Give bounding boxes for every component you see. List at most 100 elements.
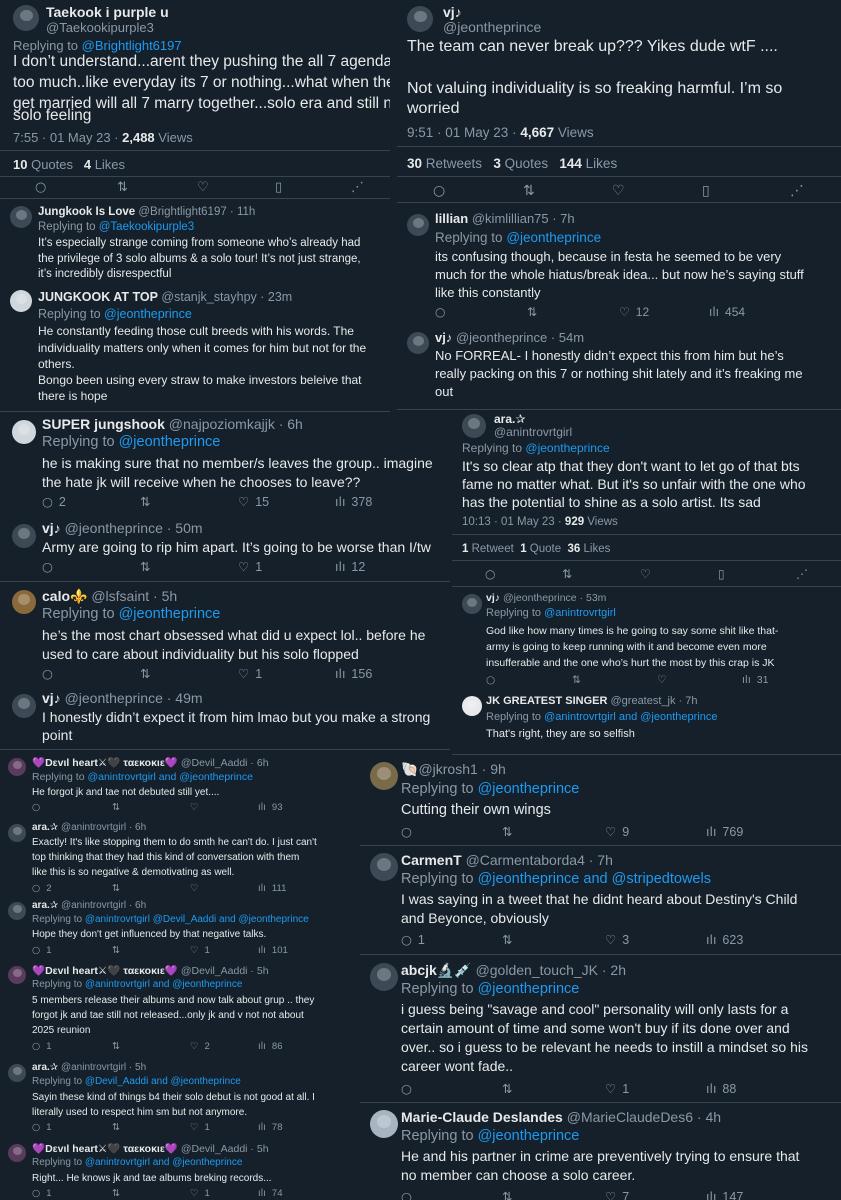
display-name[interactable]: ara.✰ <box>32 1062 58 1073</box>
user-handle[interactable]: @jkrosh1 · 9h <box>418 761 505 777</box>
display-name[interactable]: abcjk🔬💉 <box>401 962 472 978</box>
display-name[interactable]: 💜Dεvιl heart⚔🖤 ταεκοκιε💜 <box>32 1143 178 1155</box>
display-name[interactable]: calo⚜️ <box>42 588 87 604</box>
like-button[interactable]: ♡ 15 <box>238 494 269 509</box>
like-icon[interactable]: ♡ <box>640 567 651 581</box>
replying-to-link[interactable]: @anintrovrtgirl <box>544 607 616 619</box>
views-button[interactable]: ılı 156 <box>335 666 372 681</box>
reply-icon[interactable]: ○ <box>401 1081 412 1096</box>
avatar[interactable] <box>8 902 26 920</box>
like-icon[interactable]: ♡ <box>657 674 666 686</box>
retweet-icon[interactable]: ⇅ <box>112 1188 120 1199</box>
like-icon[interactable]: ♡ <box>612 183 625 199</box>
like-button[interactable]: ♡ 1 <box>238 666 262 681</box>
display-name[interactable]: vj♪ <box>42 690 61 706</box>
like-button[interactable]: ♡ 1 <box>190 1122 210 1133</box>
display-name[interactable]: vj♪ <box>42 520 61 536</box>
avatar[interactable] <box>12 524 36 548</box>
like-button[interactable]: ♡ 1 <box>190 945 210 956</box>
display-name[interactable]: 💜Dεvιl heart⚔🖤 ταεκοκιε💜 <box>32 757 178 769</box>
replying-to-link[interactable]: @jeontheprince <box>478 1128 580 1144</box>
like-button[interactable]: ♡ 2 <box>190 1041 210 1052</box>
avatar[interactable] <box>8 1064 26 1082</box>
like-icon[interactable]: ♡ <box>190 883 199 894</box>
replying-to-link[interactable]: @jeontheprince <box>506 230 601 245</box>
retweet-icon[interactable]: ⇅ <box>502 1081 512 1096</box>
avatar[interactable] <box>13 5 39 31</box>
user-handle[interactable]: @anintrovrtgirl · 6h <box>61 900 146 911</box>
replying-to-link[interactable]: @jeontheprince <box>478 781 580 797</box>
display-name[interactable]: ara.✰ <box>494 412 525 426</box>
retweets-label[interactable]: Retweet <box>468 543 514 555</box>
retweet-icon[interactable]: ⇅ <box>523 183 535 199</box>
reply-icon[interactable]: ○ <box>486 674 495 686</box>
display-name[interactable]: vj♪ <box>486 592 500 604</box>
replying-to-link[interactable]: @Brightlight6197 <box>82 38 182 53</box>
reply-icon[interactable]: ○ <box>401 824 412 839</box>
display-name[interactable]: 🐚 <box>401 761 418 777</box>
user-handle[interactable]: @jeontheprince · 54m <box>456 330 584 345</box>
avatar[interactable] <box>462 594 482 614</box>
avatar[interactable] <box>407 214 429 236</box>
avatar[interactable] <box>370 1110 398 1138</box>
display-name[interactable]: lillian <box>435 211 468 226</box>
likes-label[interactable]: Likes <box>580 543 611 555</box>
views-button[interactable]: ılı 454 <box>709 305 745 319</box>
share-icon[interactable]: ⋰ <box>790 183 804 199</box>
views-button[interactable]: ılı 86 <box>258 1041 283 1052</box>
avatar[interactable] <box>370 762 398 790</box>
display-name[interactable]: CarmenT <box>401 852 462 868</box>
avatar[interactable] <box>12 694 36 718</box>
display-name[interactable]: JK GREATEST SINGER <box>486 695 607 707</box>
user-handle[interactable]: @jeontheprince <box>443 19 541 35</box>
retweet-icon[interactable]: ⇅ <box>140 559 150 574</box>
like-count[interactable]: 4 <box>84 157 91 172</box>
quote-count[interactable]: 10 <box>13 157 27 172</box>
avatar[interactable] <box>8 824 26 842</box>
avatar[interactable] <box>462 414 486 438</box>
user-handle[interactable]: @anintrovrtgirl <box>494 425 572 439</box>
avatar[interactable] <box>10 206 32 228</box>
like-button[interactable]: ♡ 1 <box>190 1188 210 1199</box>
retweet-icon[interactable]: ⇅ <box>140 666 150 681</box>
retweet-count[interactable]: 30 <box>407 156 422 171</box>
display-name[interactable]: JUNGKOOK AT TOP <box>38 290 158 304</box>
views-button[interactable]: ılı 78 <box>258 1122 283 1133</box>
views-button[interactable]: ılı 74 <box>258 1188 283 1199</box>
retweet-icon[interactable]: ⇅ <box>112 802 120 813</box>
avatar[interactable] <box>12 420 36 444</box>
reply-icon[interactable]: ○ <box>35 180 46 195</box>
retweet-icon[interactable]: ⇅ <box>527 305 537 319</box>
reply-icon[interactable]: ○ <box>435 305 445 319</box>
display-name[interactable]: vj♪ <box>443 4 462 20</box>
replying-to-link[interactable]: @jeontheprince and @stripedtowels <box>478 871 711 887</box>
user-handle[interactable]: @golden_touch_JK · 2h <box>476 962 626 978</box>
retweet-icon[interactable]: ⇅ <box>117 180 128 195</box>
user-handle[interactable]: @stanjk_stayhpy · 23m <box>161 290 292 304</box>
retweet-icon[interactable]: ⇅ <box>112 945 120 956</box>
user-handle[interactable]: @anintrovrtgirl · 5h <box>61 1062 146 1073</box>
views-button[interactable]: ılı 93 <box>258 802 283 813</box>
retweet-icon[interactable]: ⇅ <box>502 824 512 839</box>
user-handle[interactable]: @Devil_Aaddi · 6h <box>181 757 269 769</box>
reply-button[interactable]: ○ 1 <box>32 1188 52 1199</box>
reply-button[interactable]: ○ 1 <box>32 1041 52 1052</box>
replying-to-link[interactable]: @jeontheprince <box>478 981 580 997</box>
reply-button[interactable]: ○ 2 <box>32 883 52 894</box>
bookmark-icon[interactable]: ▯ <box>702 183 710 199</box>
retweet-icon[interactable]: ⇅ <box>572 674 581 686</box>
replying-to-link[interactable]: @anintrovrtgirl and @jeontheprince <box>87 771 253 783</box>
views-button[interactable]: ılı 147 <box>706 1189 743 1200</box>
replying-to-link[interactable]: @anintrovrtgirl and @jeontheprince <box>544 711 717 723</box>
retweet-icon[interactable]: ⇅ <box>502 932 512 947</box>
display-name[interactable]: vj♪ <box>435 330 452 345</box>
user-handle[interactable]: @Brightlight6197 · 11h <box>138 206 255 218</box>
avatar[interactable] <box>407 332 429 354</box>
quote-count[interactable]: 3 <box>493 156 501 171</box>
reply-icon[interactable]: ○ <box>42 559 53 574</box>
views-button[interactable]: ılı 623 <box>706 932 743 947</box>
user-handle[interactable]: @jeontheprince · 53m <box>503 592 606 604</box>
reply-icon[interactable]: ○ <box>42 666 53 681</box>
retweet-icon[interactable]: ⇅ <box>502 1189 512 1200</box>
retweet-icon[interactable]: ⇅ <box>112 883 120 894</box>
